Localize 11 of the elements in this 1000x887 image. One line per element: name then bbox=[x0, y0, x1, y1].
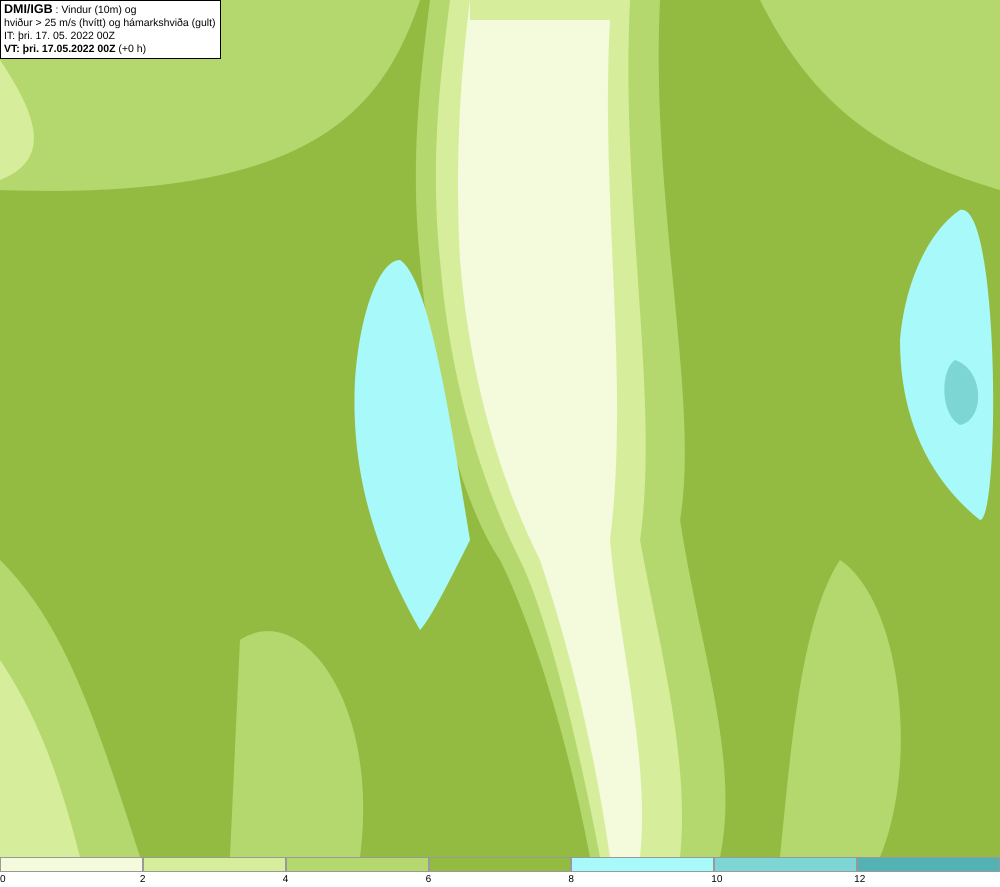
legend-label: 6 bbox=[426, 873, 432, 887]
legend-label: 8 bbox=[568, 873, 574, 887]
legend-label: 12 bbox=[854, 873, 866, 887]
legend-label: 4 bbox=[282, 873, 288, 887]
info-text: DMI/IGB : Vindur (10m) og bbox=[4, 3, 138, 17]
info-text: hviður > 25 m/s (hvítt) og hámarkshviða (gult) bbox=[4, 17, 216, 30]
legend-label: 10 bbox=[711, 873, 722, 887]
legend-label: 0 bbox=[0, 873, 6, 887]
info-text: VT: þri. 17.05.2022 00Z (+0 h) bbox=[4, 43, 148, 56]
legend-label: 2 bbox=[140, 873, 146, 887]
info-text: IT: þri. 17. 05. 2022 00Z bbox=[4, 30, 116, 43]
